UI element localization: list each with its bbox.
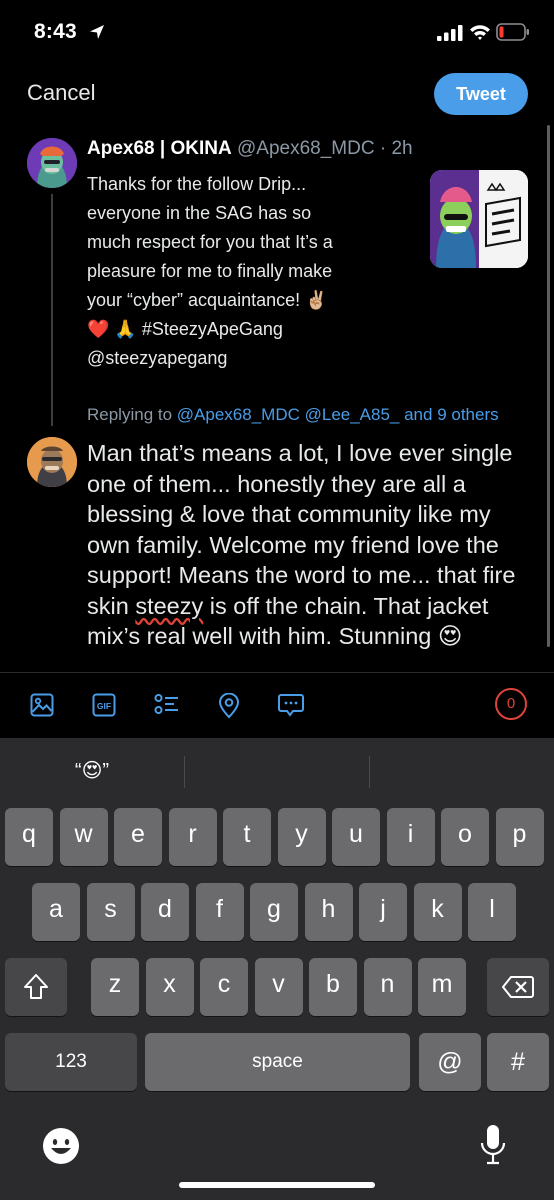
- at-key[interactable]: @: [419, 1033, 481, 1091]
- original-tweet-header: Apex68 | OKINA @Apex68_MDC · 2h: [87, 138, 413, 160]
- key-b[interactable]: b: [309, 958, 357, 1016]
- wifi-icon: [470, 25, 490, 40]
- numbers-key[interactable]: 123: [5, 1033, 137, 1091]
- tweet-button[interactable]: Tweet: [434, 73, 528, 115]
- key-n[interactable]: n: [363, 958, 412, 1016]
- tweet-line: ❤️ 🙏 #SteezyApeGang: [87, 319, 283, 339]
- key-c[interactable]: c: [200, 958, 248, 1016]
- key-y[interactable]: y: [277, 808, 326, 866]
- key-k[interactable]: k: [413, 883, 462, 941]
- key-x[interactable]: x: [145, 958, 194, 1016]
- suggestion-1[interactable]: “😍”: [0, 738, 184, 804]
- key-v[interactable]: v: [254, 958, 303, 1016]
- key-i[interactable]: i: [386, 808, 435, 866]
- ape-avatar-image-icon: [27, 437, 77, 487]
- key-l[interactable]: l: [468, 883, 516, 941]
- tweet-age: · 2h: [379, 138, 413, 159]
- ape-artwork-image-icon: [430, 170, 528, 268]
- dictation-microphone-icon[interactable]: [480, 1124, 506, 1166]
- replying-to-prefix: Replying to: [87, 405, 173, 424]
- key-m[interactable]: m: [418, 958, 466, 1016]
- thread-message-icon[interactable]: [278, 693, 304, 717]
- gif-icon[interactable]: GIF: [92, 693, 116, 717]
- poll-icon[interactable]: [154, 693, 180, 717]
- cancel-button[interactable]: Cancel: [27, 80, 95, 106]
- backspace-icon: [502, 976, 534, 998]
- status-bar: 8:43: [0, 0, 554, 66]
- tweet-line: your “cyber” acquaintance! ✌🏼: [87, 290, 328, 310]
- key-g[interactable]: g: [250, 883, 298, 941]
- key-w[interactable]: w: [59, 808, 108, 866]
- emoji-keyboard-icon[interactable]: [42, 1127, 80, 1165]
- key-p[interactable]: p: [495, 808, 544, 866]
- key-h[interactable]: h: [304, 883, 353, 941]
- hash-key[interactable]: #: [487, 1033, 549, 1091]
- replying-to-mentions[interactable]: @Apex68_MDC @Lee_A85_ and 9 others: [177, 405, 499, 424]
- key-a[interactable]: a: [32, 883, 80, 941]
- suggestion-3[interactable]: [370, 738, 554, 804]
- original-tweet-text: Thanks for the follow Drip... everyone i…: [87, 170, 417, 373]
- key-r[interactable]: r: [168, 808, 217, 866]
- battery-low-icon: [496, 23, 529, 41]
- location-arrow-icon: [90, 25, 104, 39]
- location-pin-icon[interactable]: [218, 693, 240, 719]
- tweet-line: much respect for you that It’s a: [87, 232, 333, 252]
- backspace-key[interactable]: [487, 958, 549, 1016]
- scrollbar[interactable]: [547, 125, 550, 647]
- ape-avatar-image-icon: [27, 138, 77, 188]
- character-count-indicator: 0: [495, 688, 527, 720]
- image-icon[interactable]: [30, 693, 54, 717]
- author-handle[interactable]: @Apex68_MDC: [237, 138, 375, 159]
- tweet-line: pleasure for me to finally make: [87, 261, 333, 281]
- thread-connector-line: [51, 194, 53, 426]
- cellular-signal-icon: [437, 25, 463, 41]
- space-key[interactable]: space: [145, 1033, 410, 1091]
- key-e[interactable]: e: [114, 808, 162, 866]
- home-indicator[interactable]: [179, 1182, 375, 1188]
- status-time: 8:43: [34, 20, 77, 43]
- key-j[interactable]: j: [359, 883, 407, 941]
- reply-text-input[interactable]: Man that’s means a lot, I love ever sing…: [87, 438, 527, 670]
- tweet-line: Thanks for the follow Drip...: [87, 174, 307, 194]
- compose-toolbar: GIF: [0, 672, 554, 738]
- shift-arrow-icon: [24, 974, 48, 999]
- key-f[interactable]: f: [195, 883, 244, 941]
- key-o[interactable]: o: [441, 808, 489, 866]
- tweet-media-thumbnail[interactable]: [430, 170, 528, 268]
- key-d[interactable]: d: [141, 883, 189, 941]
- key-q[interactable]: q: [5, 808, 53, 866]
- original-author-avatar[interactable]: [27, 138, 77, 188]
- key-z[interactable]: z: [91, 958, 139, 1016]
- author-display-name[interactable]: Apex68 | OKINA: [87, 138, 232, 159]
- user-avatar[interactable]: [27, 437, 77, 487]
- tweet-line: everyone in the SAG has so: [87, 203, 312, 223]
- key-u[interactable]: u: [332, 808, 380, 866]
- key-t[interactable]: t: [223, 808, 271, 866]
- svg-text:GIF: GIF: [97, 701, 111, 711]
- tweet-line: @steezyapegang: [87, 348, 228, 368]
- replying-to-line[interactable]: Replying to @Apex68_MDC @Lee_A85_ and 9 …: [87, 405, 499, 425]
- key-s[interactable]: s: [86, 883, 135, 941]
- shift-key[interactable]: [5, 958, 67, 1016]
- misspelled-word[interactable]: steezy: [135, 593, 203, 619]
- suggestion-2[interactable]: [185, 738, 369, 804]
